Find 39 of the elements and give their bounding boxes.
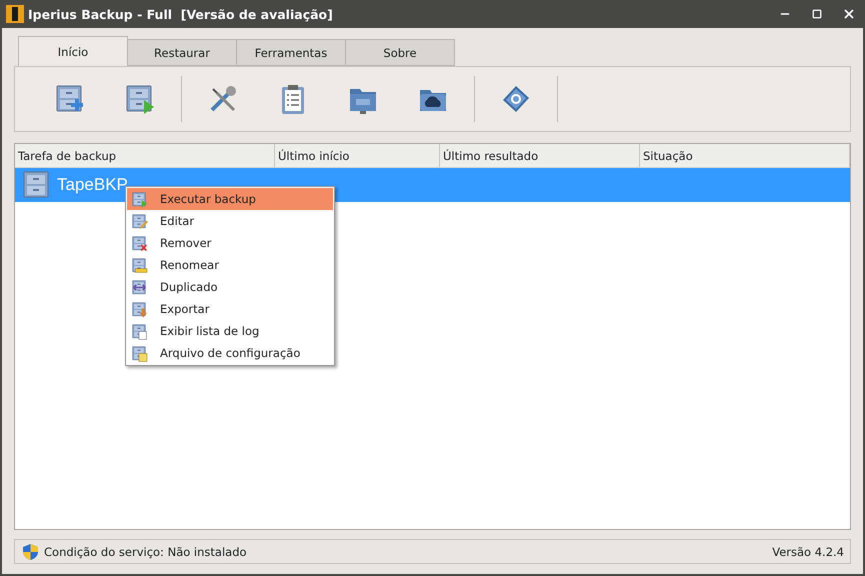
menu-cabinet-play-icon (131, 190, 148, 208)
version-label: Versão 4.2.4 (772, 544, 844, 558)
menu-cabinet-document-icon (131, 322, 148, 340)
column-header[interactable]: Situação (640, 144, 850, 167)
maximize-icon (812, 9, 822, 19)
column-header[interactable]: Último resultado (440, 144, 640, 167)
menu-cabinet-pencil-icon (131, 212, 148, 230)
cabinet-play-icon (124, 83, 156, 115)
menu-cabinet-arrows-icon (131, 278, 148, 296)
menu-item[interactable]: Editar (127, 210, 333, 232)
task-name: TapeBKP (57, 175, 128, 195)
menu-cabinet-cross-icon (131, 234, 148, 252)
menu-item[interactable]: Executar backup (127, 188, 333, 210)
column-header[interactable]: Último início (275, 144, 440, 167)
menu-item[interactable]: Renomear (127, 254, 333, 276)
menu-item-label: Renomear (160, 258, 219, 272)
shield-icon (23, 544, 38, 560)
menu-cabinet-note-icon (131, 344, 148, 362)
menu-item[interactable]: Exportar (127, 298, 333, 320)
menu-item-label: Exibir lista de log (160, 324, 260, 338)
close-icon (842, 7, 856, 21)
window-title: Iperius Backup - Full [Versão de avaliação] (28, 6, 334, 22)
column-header[interactable]: Tarefa de backup (15, 144, 275, 167)
menu-item[interactable]: Exibir lista de log (127, 320, 333, 342)
menu-item[interactable]: Arquivo de configuração (127, 342, 333, 364)
menu-item-label: Editar (160, 214, 194, 228)
menu-item-label: Arquivo de configuração (160, 346, 300, 360)
tab[interactable]: Início (18, 36, 128, 66)
tab[interactable]: Restaurar (127, 39, 237, 66)
menu-item[interactable]: Duplicado (127, 276, 333, 298)
menu-item-label: Duplicado (160, 280, 218, 294)
menu-item-label: Remover (160, 236, 212, 250)
menu-cabinet-label-icon (131, 256, 148, 274)
tab[interactable]: Ferramentas (236, 39, 346, 66)
menu-item[interactable]: Remover (127, 232, 333, 254)
tab[interactable]: Sobre (345, 39, 455, 66)
app-logo-icon (6, 5, 24, 23)
service-status: Condição do serviço: Não instalado (44, 544, 247, 558)
menu-item-label: Exportar (160, 302, 210, 316)
